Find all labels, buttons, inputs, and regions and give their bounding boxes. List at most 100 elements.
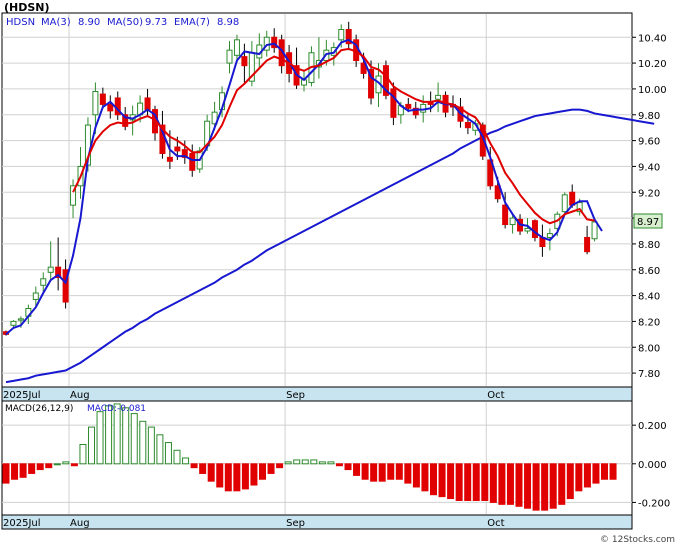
candle-body (40, 278, 47, 286)
macd-bar (199, 463, 207, 474)
macd-bar (601, 463, 608, 480)
price-date-band (1, 386, 633, 402)
legend-ema7-value: 8.98 (217, 17, 239, 28)
price-y-tick-label: 7.80 (638, 369, 660, 380)
macd-bar (62, 461, 70, 465)
macd-bar (105, 405, 113, 465)
macd-y-axis: 0.200 0.000 -0.200 (632, 421, 670, 509)
price-y-tick-label: 8.40 (638, 292, 660, 303)
watermark: © 12Stocks.com (600, 535, 675, 545)
macd-bar (182, 457, 190, 465)
price-y-tick-label: 10.00 (638, 85, 667, 96)
macd-bar (344, 463, 352, 471)
macd-x-tick-label: Sep (286, 518, 305, 529)
macd-bar (276, 463, 284, 469)
macd-bar (130, 413, 138, 465)
macd-bar (404, 463, 412, 484)
macd-bar (156, 434, 164, 465)
legend-ma50-label: MA(50) (107, 17, 143, 28)
macd-bar (284, 461, 292, 465)
macd-bar (430, 463, 437, 496)
price-y-axis: 10.4010.2010.009.809.609.409.209.008.808… (632, 33, 667, 380)
macd-bar (96, 411, 104, 465)
macd-bar (592, 463, 600, 484)
legend-symbol: HDSN (6, 17, 35, 28)
macd-bar (541, 463, 549, 511)
macd-y-tick-label: 0.000 (638, 460, 667, 471)
price-y-tick-label: 8.20 (638, 317, 660, 328)
macd-bar (139, 420, 147, 465)
price-x-tick-label: Sep (286, 390, 305, 401)
candle-body (591, 221, 598, 240)
candle-body (144, 97, 151, 111)
macd-bar (241, 463, 249, 490)
legend-ma3-value: 8.90 (78, 17, 100, 28)
macd-bar (361, 463, 369, 480)
candle-body (47, 266, 54, 273)
macd-bar (447, 463, 455, 500)
price-panel: 10.4010.2010.009.809.609.409.209.008.808… (1, 12, 667, 388)
price-y-tick-label: 9.80 (638, 111, 660, 122)
macd-bar (370, 463, 378, 482)
candle-body (10, 320, 17, 326)
macd-bar (70, 463, 78, 467)
price-y-tick-label: 9.40 (638, 162, 660, 173)
macd-bar (173, 449, 181, 465)
macd-bar (609, 463, 617, 480)
macd-bar (250, 463, 258, 486)
macd-bar (327, 461, 335, 465)
macd-bar (566, 463, 574, 500)
macd-bar (515, 463, 523, 507)
candle-body (584, 236, 591, 253)
macd-bar (472, 463, 480, 501)
candle-body (405, 103, 412, 109)
price-x-tick-label: Oct (487, 390, 504, 401)
macd-bar (549, 463, 557, 509)
candle-body (99, 93, 106, 105)
macd-bar (224, 463, 232, 492)
candle-body (166, 156, 173, 162)
macd-bar (558, 463, 566, 505)
macd-bar (11, 463, 19, 480)
candle-body (241, 56, 248, 67)
chart-title: (HDSN) (4, 1, 50, 14)
macd-bar (310, 459, 318, 465)
price-plot-frame (1, 12, 633, 388)
legend-ema7-label: EMA(7) (174, 17, 210, 28)
macd-bar (45, 463, 53, 469)
macd-bar (301, 459, 309, 465)
candle-body (189, 153, 196, 171)
macd-bar (28, 463, 36, 474)
candle-body (524, 227, 531, 232)
price-y-tick-label: 9.20 (638, 188, 660, 199)
macd-x-tick-label: Aug (70, 518, 90, 529)
last-price-label: 8.97 (637, 217, 659, 228)
legend-ma3-label: MA(3) (41, 17, 71, 28)
macd-bar (498, 463, 506, 505)
price-y-tick-label: 9.60 (638, 137, 660, 148)
macd-bar (378, 463, 386, 482)
macd-value-label: MACD:-0.081 (87, 404, 146, 414)
price-x-tick-label: Aug (70, 390, 90, 401)
macd-bar (19, 463, 27, 478)
macd-panel: 0.200 0.000 -0.200 (1, 400, 670, 516)
candle-body (502, 204, 509, 226)
macd-bar (575, 463, 583, 492)
candle-body (509, 217, 516, 226)
macd-bar (122, 407, 130, 465)
price-y-tick-label: 8.60 (638, 266, 660, 277)
candle-body (174, 146, 181, 152)
candle-body (561, 194, 568, 213)
macd-bar (318, 461, 326, 465)
macd-bar (53, 463, 61, 466)
price-y-tick-label: 10.40 (638, 33, 667, 44)
candle-body (233, 39, 240, 56)
macd-bar (395, 463, 403, 480)
macd-bar (88, 426, 95, 465)
macd-bar (233, 463, 241, 492)
macd-bar (506, 463, 514, 505)
price-y-tick-label: 10.20 (638, 59, 667, 70)
candle-body (32, 292, 39, 300)
macd-bar (216, 463, 224, 488)
macd-bar (335, 463, 343, 467)
